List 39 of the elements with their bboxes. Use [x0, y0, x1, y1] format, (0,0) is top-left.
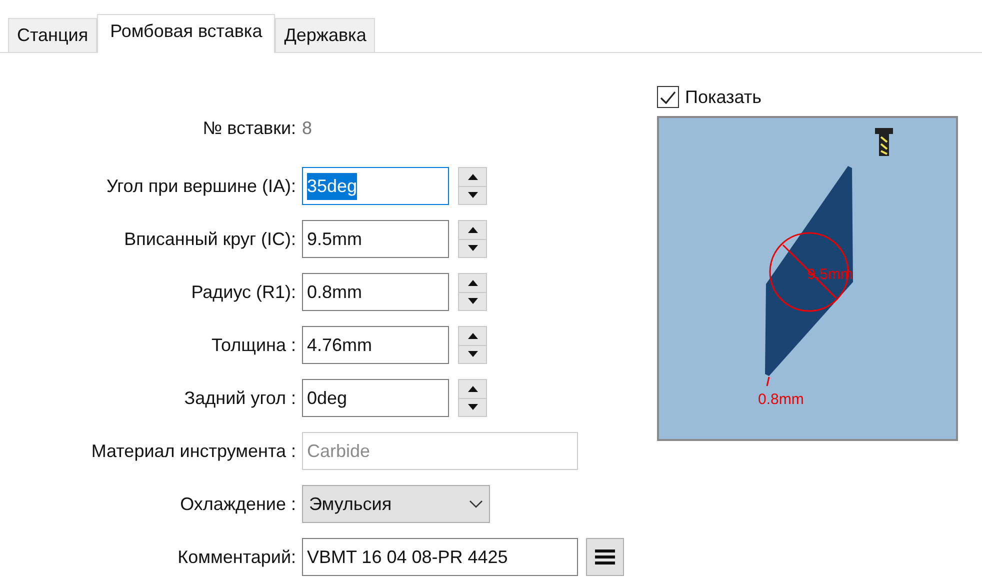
field-label: № вставки:	[202, 116, 297, 140]
tab[interactable]: Станция	[8, 18, 98, 52]
screw-icon	[875, 128, 893, 156]
input-field[interactable]: 9.5mm	[302, 220, 449, 258]
field-label: Угол при вершине (IA):	[106, 174, 297, 198]
tab[interactable]: Ромбовая вставка	[97, 14, 276, 53]
field-label: Толщина :	[211, 334, 297, 357]
up-triangle-icon	[468, 226, 478, 233]
down-triangle-icon	[468, 404, 478, 410]
menu-icon	[595, 549, 615, 565]
up-triangle-icon	[468, 386, 478, 392]
input-field[interactable]: 0.8mm	[302, 273, 449, 311]
menu-button[interactable]	[586, 538, 624, 576]
input-field[interactable]: 0deg	[302, 379, 449, 417]
up-triangle-icon	[468, 174, 478, 180]
field-label: Охлаждение :	[180, 492, 297, 516]
field-label: Комментарий:	[178, 546, 297, 569]
radius-label: 0.8mm	[758, 391, 804, 408]
radius-marker	[766, 376, 770, 386]
input-field[interactable]: 35deg	[302, 167, 449, 205]
field-label: Вписанный круг (IC):	[124, 228, 297, 251]
chevron-down-icon	[469, 500, 483, 508]
up-triangle-icon	[468, 280, 478, 286]
checkbox[interactable]	[657, 86, 679, 108]
field-label: Задний угол :	[184, 386, 297, 410]
input-field[interactable]: VBMT 16 04 08-PR 4425	[302, 538, 578, 576]
tab[interactable]: Державка	[275, 18, 376, 52]
down-triangle-icon	[468, 245, 478, 252]
field-label: Материал инструмента :	[91, 440, 297, 463]
insert-number-value: 8	[302, 116, 312, 140]
up-triangle-icon	[468, 332, 478, 339]
down-triangle-icon	[468, 192, 478, 198]
down-triangle-icon	[468, 298, 478, 304]
dropdown[interactable]: Эмульсия	[302, 485, 490, 523]
checkbox-label: Показать	[685, 86, 762, 108]
down-triangle-icon	[468, 351, 478, 358]
field-label: Радиус (R1):	[191, 280, 297, 304]
check-icon	[660, 90, 676, 104]
input-field[interactable]: 4.76mm	[302, 326, 449, 364]
